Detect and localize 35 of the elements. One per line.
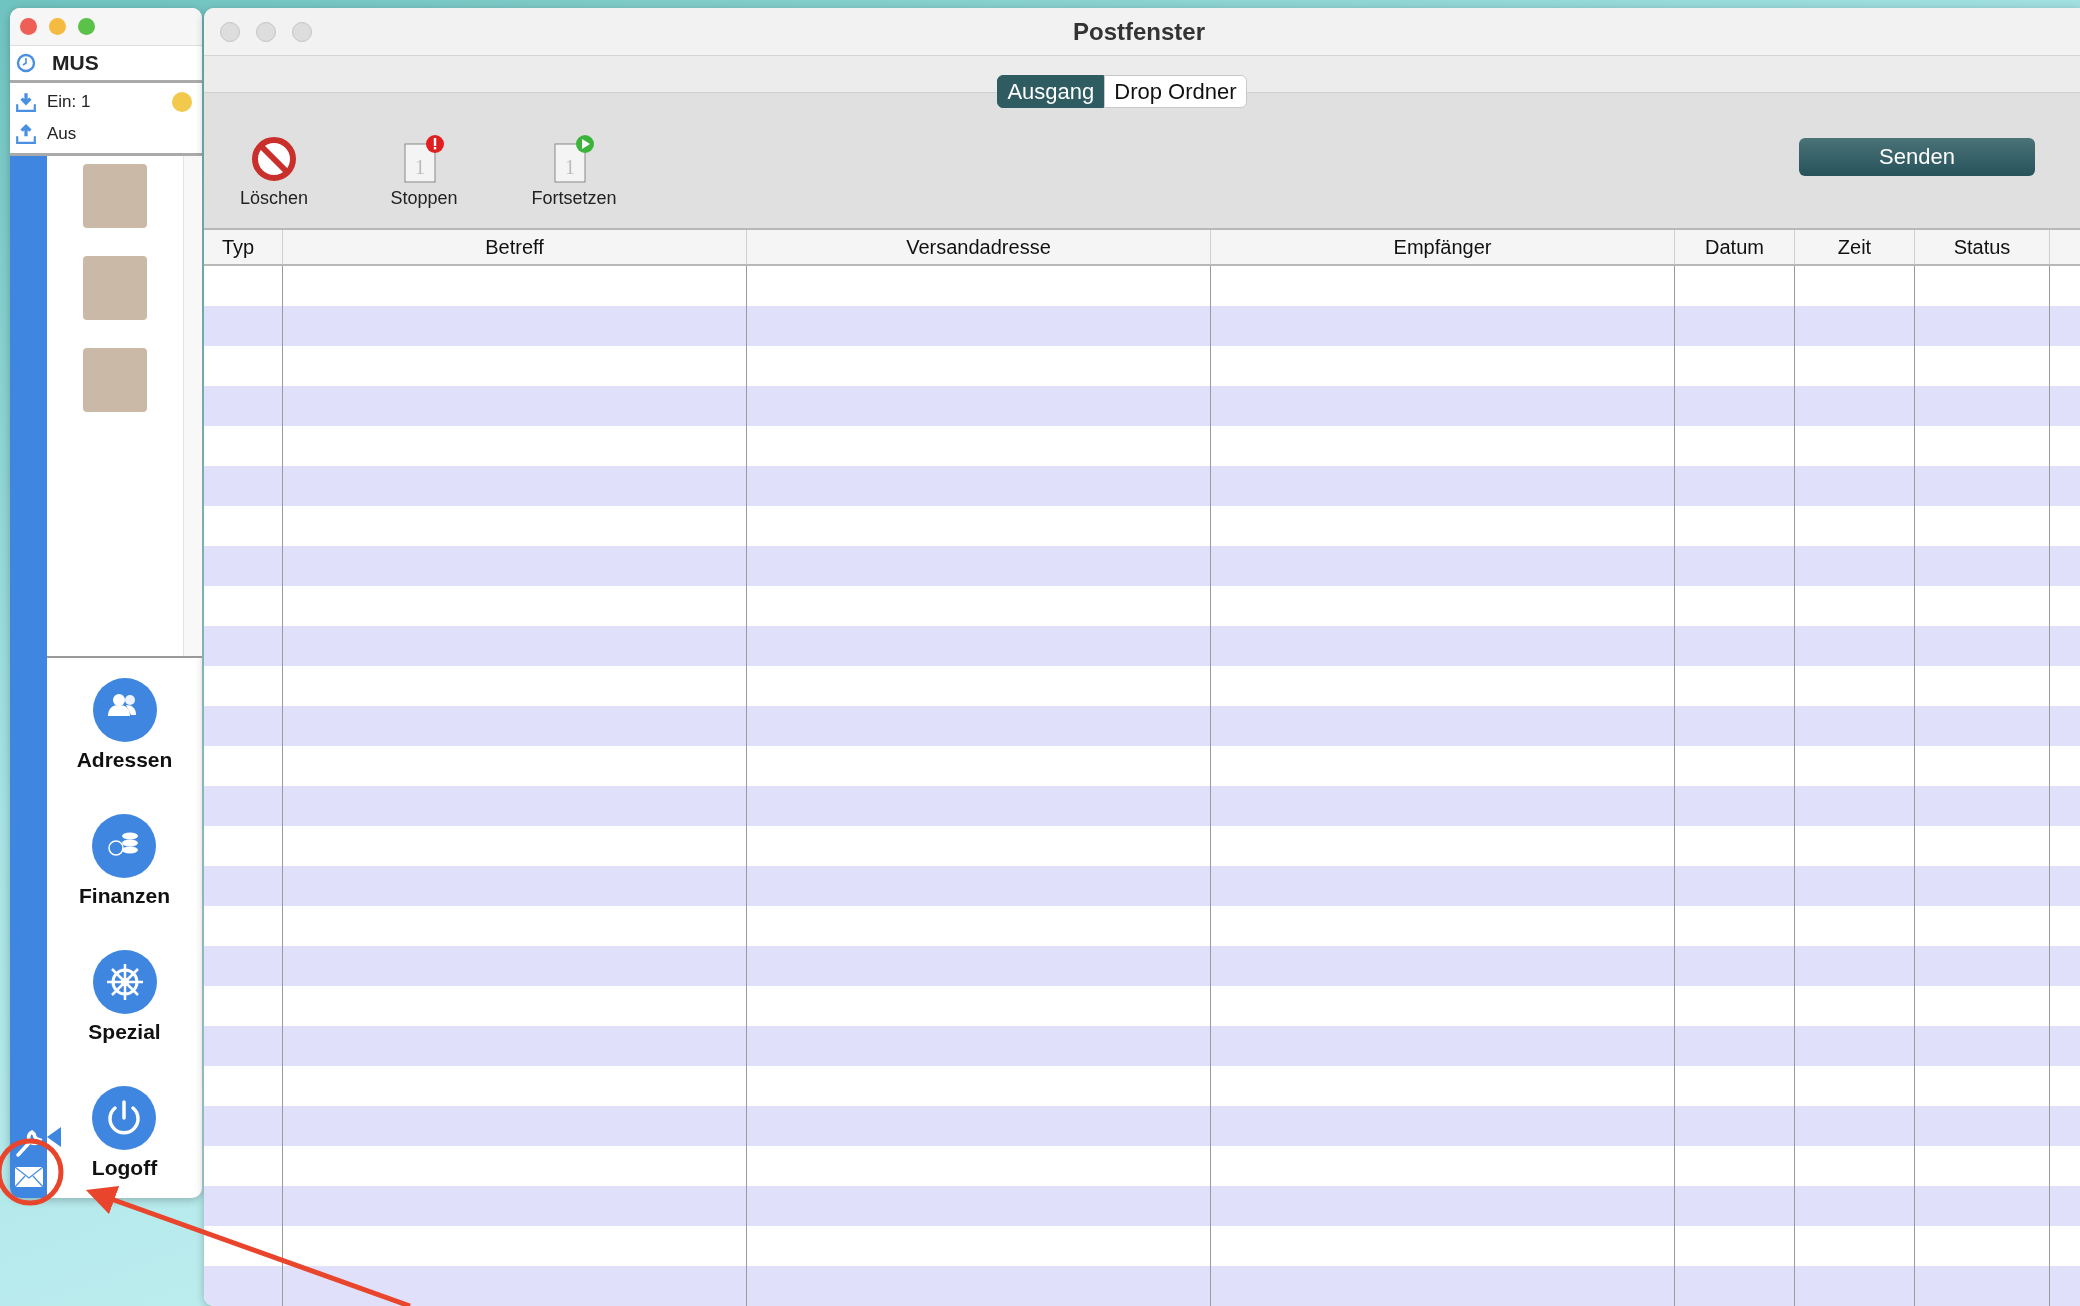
toolbar-label[interactable]: Fortsetzen: [531, 188, 617, 209]
column-header[interactable]: Versandadresse: [747, 230, 1211, 264]
power-icon[interactable]: [92, 1086, 157, 1150]
mailbox-label[interactable]: Aus: [47, 124, 77, 144]
column-header[interactable]: Empfänger: [1211, 230, 1675, 264]
column-header[interactable]: Status: [1915, 230, 2050, 264]
column-header[interactable]: Betreff: [283, 230, 747, 264]
nav-label[interactable]: Logoff: [91, 1156, 158, 1180]
close-button[interactable]: [20, 18, 37, 35]
toolbar-label[interactable]: Stoppen: [390, 188, 458, 209]
column-header[interactable]: Datum: [1675, 230, 1795, 264]
send-button[interactable]: Senden: [1799, 137, 2035, 176]
prohibited-icon[interactable]: [249, 134, 299, 184]
column-header[interactable]: Typ: [204, 230, 283, 264]
clock-icon: [16, 53, 36, 73]
inbox-icon[interactable]: [15, 91, 37, 113]
window-title: Postfenster: [1071, 17, 1206, 46]
envelope-icon[interactable]: [13, 1166, 44, 1188]
nav-label[interactable]: Finanzen: [79, 884, 170, 908]
toolbar-label[interactable]: Löschen: [239, 188, 309, 209]
collapse-arrow-icon[interactable]: [47, 1126, 61, 1148]
zoom-button[interactable]: [78, 18, 95, 35]
people-icon[interactable]: [92, 678, 157, 742]
scrollbar-track[interactable]: [183, 156, 202, 656]
tab[interactable]: Drop Ordner: [1104, 75, 1247, 108]
coins-icon[interactable]: [92, 814, 157, 878]
column-header[interactable]: Zeit: [1795, 230, 1915, 264]
user-name: MUS: [52, 51, 99, 75]
nav-label[interactable]: Spezial: [88, 1020, 161, 1044]
wrench-icon[interactable]: [13, 1128, 44, 1158]
mailbox-label[interactable]: Ein: 1: [47, 92, 91, 112]
tab[interactable]: Ausgang: [997, 75, 1105, 108]
ship-wheel-icon[interactable]: [92, 950, 157, 1014]
outbox-icon[interactable]: [15, 123, 37, 145]
nav-label[interactable]: Adressen: [76, 748, 173, 772]
